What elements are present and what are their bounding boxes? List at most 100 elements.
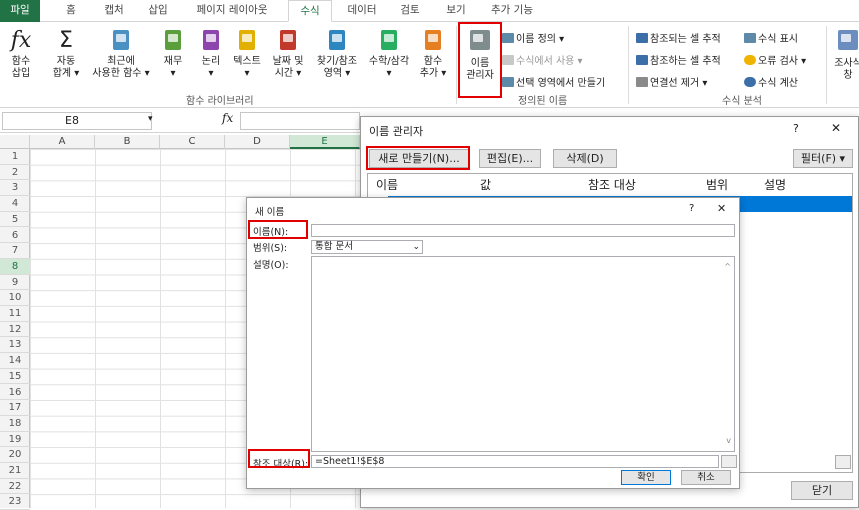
refers-to-input[interactable]: =Sheet1!$E$8: [311, 455, 719, 468]
finance-book-icon: [165, 30, 181, 50]
row-header[interactable]: 3: [0, 180, 30, 197]
close-icon[interactable]: ✕: [831, 121, 841, 135]
remove-arrows-button[interactable]: 연결선 제거 ▾: [636, 74, 707, 89]
watch-window-button[interactable]: 조사식 창: [830, 28, 859, 82]
lookup-reference-button[interactable]: 찾기/참조 영역 ▾: [312, 28, 362, 80]
range-picker-icon[interactable]: [835, 455, 851, 469]
trace-dependents-button[interactable]: 참조하는 셀 추적: [636, 52, 721, 67]
row-header[interactable]: 21: [0, 463, 30, 479]
row-header-bar: 1 2 3 4 5 6 7 8 9 10 11 12 13 14 15 16 17 18 19 20 21 22 23: [0, 149, 30, 510]
row-header[interactable]: 5: [0, 212, 30, 228]
edit-name-button[interactable]: 편집(E)...: [479, 149, 541, 168]
header-comment[interactable]: 설명: [764, 176, 786, 193]
row-header[interactable]: 2: [0, 165, 30, 181]
tab-page-layout[interactable]: 페이지 레이아웃: [186, 0, 278, 22]
column-header[interactable]: A: [30, 135, 95, 149]
row-header-selected[interactable]: 8: [0, 258, 30, 275]
header-refers-to[interactable]: 참조 대상: [588, 176, 636, 193]
tab-capture[interactable]: 캡처: [96, 0, 132, 22]
header-scope[interactable]: 범위: [706, 176, 728, 193]
fx-button[interactable]: fx: [222, 111, 233, 125]
text-button[interactable]: 텍스트 ▾: [230, 28, 264, 80]
header-name[interactable]: 이름: [376, 176, 398, 193]
row-header[interactable]: 14: [0, 353, 30, 369]
ok-button[interactable]: 확인: [621, 470, 671, 485]
close-button[interactable]: 닫기: [791, 481, 853, 500]
text-book-icon: [239, 30, 255, 50]
evaluate-formula-button[interactable]: 수식 계산: [744, 74, 798, 89]
tab-home[interactable]: 홈: [56, 0, 86, 22]
math-trig-button[interactable]: 수학/삼각 ▾: [364, 28, 414, 80]
row-header[interactable]: 19: [0, 432, 30, 448]
row-header[interactable]: 10: [0, 290, 30, 306]
formula-sheet-icon: [744, 33, 756, 43]
tab-data[interactable]: 데이터: [340, 0, 384, 22]
column-header[interactable]: D: [225, 135, 290, 149]
books-stack-icon: [425, 30, 441, 50]
label: 연결선 제거 ▾: [650, 78, 708, 89]
row-header[interactable]: 9: [0, 275, 30, 291]
label: 수식 표시: [758, 34, 798, 45]
recent-functions-button[interactable]: 최근에 사용한 함수 ▾: [86, 28, 156, 80]
row-header[interactable]: 13: [0, 337, 30, 354]
tab-addins[interactable]: 추가 기능: [482, 0, 542, 22]
define-name-button[interactable]: 이름 정의 ▾: [502, 30, 564, 45]
select-all-corner[interactable]: [0, 135, 30, 149]
column-header-selected[interactable]: E: [290, 135, 360, 149]
name-box[interactable]: E8: [2, 112, 152, 130]
comment-textarea[interactable]: ^ v: [311, 256, 735, 452]
row-header[interactable]: 4: [0, 196, 30, 212]
row-header[interactable]: 15: [0, 369, 30, 385]
filter-button[interactable]: 필터(F) ▾: [793, 149, 853, 168]
use-in-formula-button[interactable]: 수식에서 사용 ▾: [502, 52, 583, 67]
row-header[interactable]: 17: [0, 400, 30, 416]
tab-review[interactable]: 검토: [392, 0, 428, 22]
create-from-selection-button[interactable]: 선택 영역에서 만들기: [502, 74, 605, 89]
formula-input[interactable]: [240, 112, 360, 130]
error-checking-button[interactable]: 오류 검사 ▾: [744, 52, 806, 67]
row-header[interactable]: 12: [0, 322, 30, 338]
column-header[interactable]: C: [160, 135, 225, 149]
trace-precedents-button[interactable]: 참조되는 셀 추적: [636, 30, 721, 45]
scope-select[interactable]: 통합 문서 ⌄: [311, 240, 423, 254]
refers-to-label-highlight: [248, 449, 310, 468]
datetime-button[interactable]: 날짜 및 시간 ▾: [266, 28, 310, 80]
label: ▾: [170, 68, 176, 79]
divider: [826, 26, 827, 104]
row-header[interactable]: 16: [0, 385, 30, 401]
logical-button[interactable]: 논리 ▾: [196, 28, 226, 80]
delete-name-button[interactable]: 삭제(D): [553, 149, 617, 168]
help-icon[interactable]: ?: [793, 122, 799, 135]
row-header[interactable]: 7: [0, 243, 30, 259]
tab-view[interactable]: 보기: [438, 0, 474, 22]
label: 수식에서 사용 ▾: [516, 56, 583, 67]
column-header[interactable]: B: [95, 135, 160, 149]
label: 삽입: [11, 68, 31, 79]
close-icon[interactable]: ✕: [717, 202, 726, 215]
header-value[interactable]: 값: [480, 176, 491, 193]
row-header[interactable]: 22: [0, 479, 30, 495]
tab-formulas[interactable]: 수식: [288, 0, 332, 22]
cancel-button[interactable]: 취소: [681, 470, 731, 485]
name-input[interactable]: [311, 224, 735, 237]
row-header[interactable]: 1: [0, 149, 30, 165]
eraser-icon: [636, 77, 648, 87]
row-header[interactable]: 18: [0, 416, 30, 432]
tab-insert[interactable]: 삽입: [140, 0, 176, 22]
autosum-button[interactable]: Σ 자동 합계 ▾: [46, 28, 86, 80]
row-header[interactable]: 20: [0, 447, 30, 463]
scroll-down-icon[interactable]: v: [726, 435, 731, 447]
range-picker-icon[interactable]: [721, 455, 737, 468]
more-functions-button[interactable]: 함수 추가 ▾: [416, 28, 450, 80]
insert-function-button[interactable]: fx 함수 삽입: [4, 28, 38, 80]
name-box-dropdown-icon[interactable]: ▾: [148, 114, 153, 124]
evaluate-icon: [744, 77, 756, 87]
tab-file[interactable]: 파일: [0, 0, 40, 22]
financial-button[interactable]: 재무 ▾: [158, 28, 188, 80]
scroll-up-icon[interactable]: ^: [724, 261, 731, 273]
help-icon[interactable]: ?: [689, 203, 694, 214]
row-header[interactable]: 6: [0, 228, 30, 244]
row-header[interactable]: 11: [0, 306, 30, 322]
label: ▾: [244, 68, 250, 79]
show-formulas-button[interactable]: 수식 표시: [744, 30, 798, 45]
